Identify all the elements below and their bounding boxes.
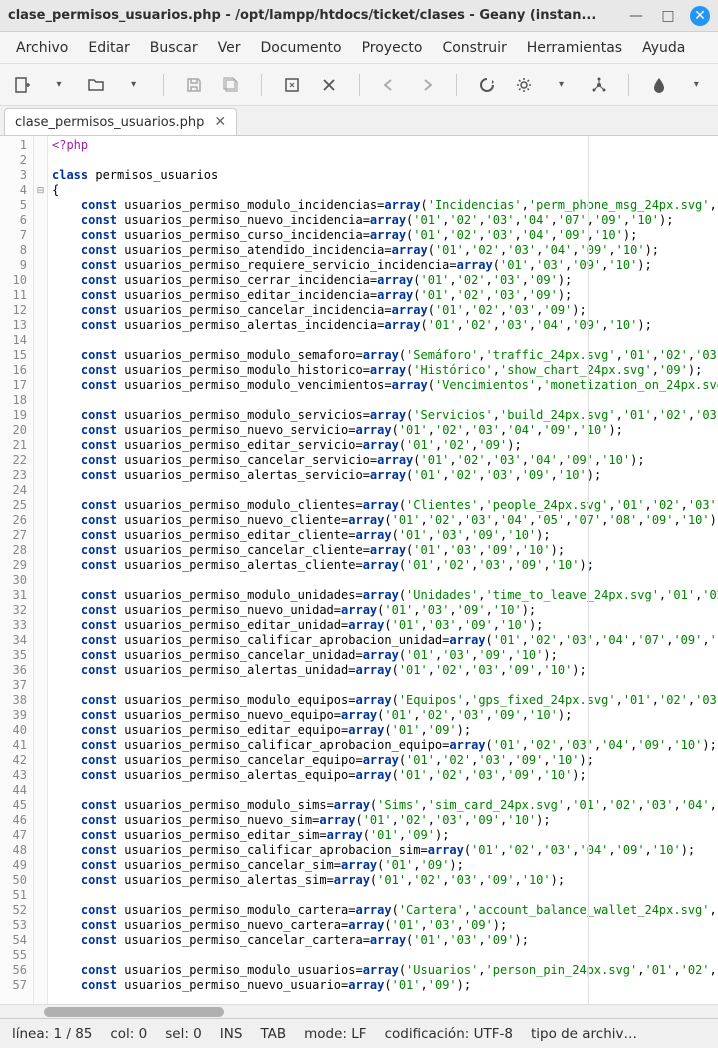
reload-icon[interactable] — [282, 75, 301, 95]
nav-forward-icon[interactable] — [417, 75, 436, 95]
window-title: clase_permisos_usuarios.php - /opt/lampp… — [8, 8, 626, 23]
scrollbar-thumb[interactable] — [44, 1007, 224, 1017]
menu-archivo[interactable]: Archivo — [8, 36, 76, 60]
menu-construir[interactable]: Construir — [434, 36, 514, 60]
build-dropdown-icon[interactable]: ▾ — [552, 75, 571, 95]
status-line: línea: 1 / 85 — [12, 1026, 92, 1042]
menu-editar[interactable]: Editar — [80, 36, 137, 60]
save-icon[interactable] — [184, 75, 203, 95]
statusbar: línea: 1 / 85 col: 0 sel: 0 INS TAB mode… — [0, 1018, 718, 1048]
menu-ver[interactable]: Ver — [210, 36, 249, 60]
menu-proyecto[interactable]: Proyecto — [354, 36, 431, 60]
color-dropdown-icon[interactable]: ▾ — [687, 75, 706, 95]
tab-label: clase_permisos_usuarios.php — [15, 115, 204, 130]
fold-column[interactable]: ⊟ — [34, 136, 48, 1004]
status-mode: mode: LF — [304, 1026, 366, 1042]
maximize-button[interactable]: □ — [658, 6, 678, 26]
status-sel: sel: 0 — [165, 1026, 202, 1042]
close-file-icon[interactable] — [319, 75, 338, 95]
close-button[interactable]: ✕ — [690, 6, 710, 26]
status-tab: TAB — [260, 1026, 286, 1042]
nav-back-icon[interactable] — [380, 75, 399, 95]
editor[interactable]: 1234567891011121314151617181920212223242… — [0, 136, 718, 1004]
menu-ayuda[interactable]: Ayuda — [634, 36, 693, 60]
save-all-icon[interactable] — [222, 75, 241, 95]
open-file-icon[interactable] — [87, 75, 106, 95]
titlebar: clase_permisos_usuarios.php - /opt/lampp… — [0, 0, 718, 32]
menu-buscar[interactable]: Buscar — [142, 36, 206, 60]
status-enc: codificación: UTF-8 — [385, 1026, 513, 1042]
tab-file[interactable]: clase_permisos_usuarios.php ✕ — [4, 108, 237, 135]
menu-documento[interactable]: Documento — [252, 36, 349, 60]
new-file-dropdown-icon[interactable]: ▾ — [49, 75, 68, 95]
status-ftype: tipo de archiv… — [531, 1026, 637, 1042]
build-icon[interactable] — [514, 75, 533, 95]
status-ins: INS — [220, 1026, 243, 1042]
menubar: Archivo Editar Buscar Ver Documento Proy… — [0, 32, 718, 64]
code-area[interactable]: <?phpclass permisos_usuarios{ const usua… — [48, 136, 718, 1004]
color-icon[interactable] — [649, 75, 668, 95]
tabbar: clase_permisos_usuarios.php ✕ — [0, 106, 718, 136]
status-col: col: 0 — [110, 1026, 147, 1042]
execute-icon[interactable] — [589, 75, 608, 95]
minimize-button[interactable]: — — [626, 6, 646, 26]
open-file-dropdown-icon[interactable]: ▾ — [124, 75, 143, 95]
horizontal-scrollbar[interactable] — [0, 1004, 718, 1018]
tab-close-icon[interactable]: ✕ — [214, 114, 226, 130]
toolbar: ▾ ▾ ▾ ▾ — [0, 64, 718, 106]
new-file-icon[interactable] — [12, 75, 31, 95]
compile-icon[interactable] — [477, 75, 496, 95]
line-number-gutter: 1234567891011121314151617181920212223242… — [0, 136, 34, 1004]
menu-herramientas[interactable]: Herramientas — [519, 36, 630, 60]
